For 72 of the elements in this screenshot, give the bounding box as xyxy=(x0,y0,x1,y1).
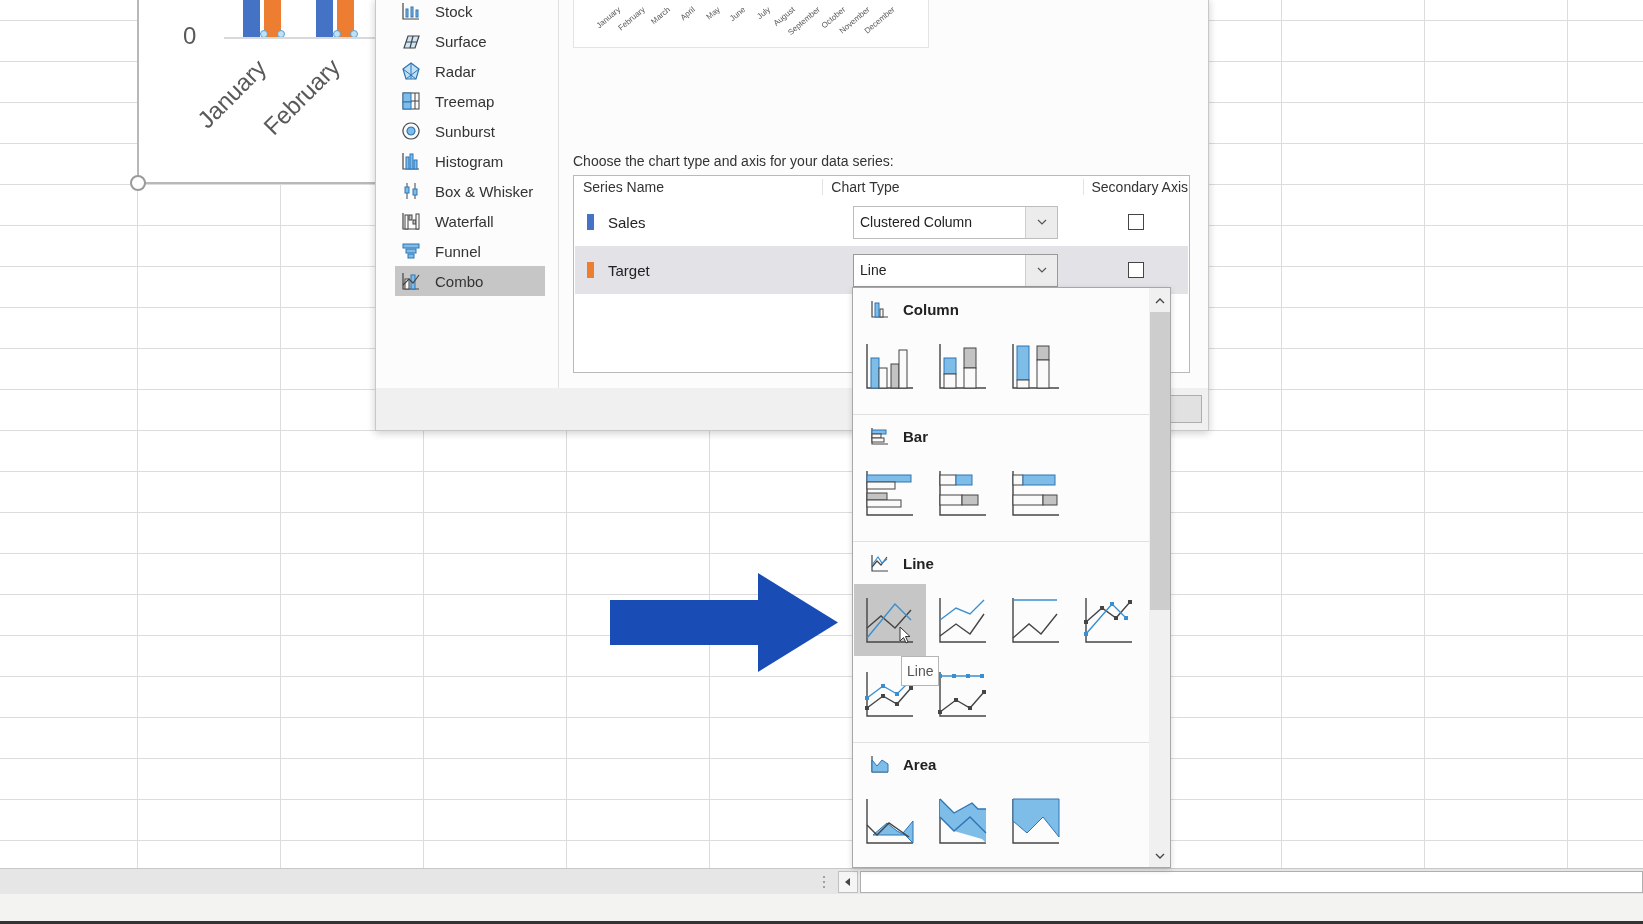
chevron-up-icon[interactable] xyxy=(1154,298,1165,304)
bar-chart-icon xyxy=(1011,469,1061,517)
sunburst-chart-icon xyxy=(401,121,421,141)
bar-chart-icon xyxy=(870,426,890,446)
triangle-left-icon xyxy=(845,877,851,886)
series-name: Target xyxy=(608,261,650,279)
scrollbar[interactable] xyxy=(1149,288,1170,867)
chart-type-item[interactable]: Combo xyxy=(395,266,545,296)
series-name: Sales xyxy=(608,213,646,231)
bar-chart-icon xyxy=(865,469,915,517)
chart-type-item[interactable]: Box & Whisker xyxy=(395,176,545,206)
column-chart-icon xyxy=(865,342,915,390)
column-chart-icon xyxy=(1011,342,1061,390)
area-chart-icon xyxy=(1011,797,1061,845)
month-label: July xyxy=(755,5,773,22)
line-chart-icon xyxy=(938,596,988,644)
chart-type-item[interactable]: Sunburst xyxy=(395,116,545,146)
box-whisker-chart-icon xyxy=(401,181,421,201)
month-label: May xyxy=(704,5,723,23)
line-chart-icon xyxy=(1084,596,1134,644)
column-header: Series Name xyxy=(582,179,665,195)
line-chart-icon xyxy=(1011,596,1061,644)
mouse-pointer-icon xyxy=(899,626,911,644)
dropdown-button[interactable] xyxy=(1025,254,1057,286)
chart-type-item[interactable]: Treemap xyxy=(395,86,545,116)
section-title: Column xyxy=(903,300,959,318)
line-chart-icon xyxy=(865,596,915,644)
month-label: June xyxy=(727,5,748,24)
line-chart-icon xyxy=(938,670,988,718)
scroll-left-button[interactable] xyxy=(838,870,858,893)
bar-chart-icon xyxy=(938,469,988,517)
chart-type-dropdown[interactable]: Line xyxy=(853,253,1058,287)
horizontal-scrollbar[interactable] xyxy=(860,870,1643,893)
chart-type-item[interactable]: Surface xyxy=(395,26,545,56)
area-chart-icon xyxy=(865,797,915,845)
area-chart-icon xyxy=(938,797,988,845)
chart-subtype-option[interactable] xyxy=(854,584,926,656)
line-chart-icon xyxy=(870,553,890,573)
histogram-chart-icon xyxy=(401,151,421,171)
chevron-down-icon xyxy=(1036,267,1047,273)
chart-type-item[interactable]: Funnel xyxy=(395,236,545,266)
chart-type-item[interactable]: Waterfall xyxy=(395,206,545,236)
column-header: Secondary Axis xyxy=(1082,179,1188,195)
chart-type-dropdown[interactable]: Clustered Column xyxy=(853,205,1058,239)
chevron-down-icon[interactable] xyxy=(1154,853,1165,859)
chart-type-item[interactable]: Stock xyxy=(395,0,545,26)
resize-handle[interactable] xyxy=(130,175,146,191)
column-chart-icon xyxy=(938,342,988,390)
splitter-handle-icon[interactable] xyxy=(822,874,826,889)
series-row[interactable]: Target Line xyxy=(575,246,1188,294)
tooltip: Line xyxy=(901,656,940,686)
funnel-chart-icon xyxy=(401,241,421,261)
secondary-axis-checkbox[interactable] xyxy=(1128,214,1144,230)
treemap-chart-icon xyxy=(401,91,421,111)
section-title: Area xyxy=(903,755,937,773)
chart-type-item[interactable]: Histogram xyxy=(395,146,545,176)
section-title: Line xyxy=(903,554,934,572)
section-title: Bar xyxy=(903,427,928,445)
waterfall-chart-icon xyxy=(401,211,421,231)
area-chart-icon xyxy=(870,754,890,774)
secondary-axis-checkbox[interactable] xyxy=(1128,262,1144,278)
stock-chart-icon xyxy=(401,1,421,21)
chevron-down-icon xyxy=(1036,219,1047,225)
radar-chart-icon xyxy=(401,61,421,81)
series-row[interactable]: Sales Clustered Column xyxy=(575,198,1188,246)
combo-chart-icon xyxy=(401,271,421,291)
column-header: Chart Type xyxy=(822,179,1083,195)
axis-label: 0 xyxy=(183,22,197,50)
chart-type-item[interactable]: Radar xyxy=(395,56,545,86)
column-chart-icon xyxy=(870,299,890,319)
instruction-text: Choose the chart type and axis for your data series: xyxy=(573,152,895,170)
scrollbar-thumb[interactable] xyxy=(1149,312,1170,610)
